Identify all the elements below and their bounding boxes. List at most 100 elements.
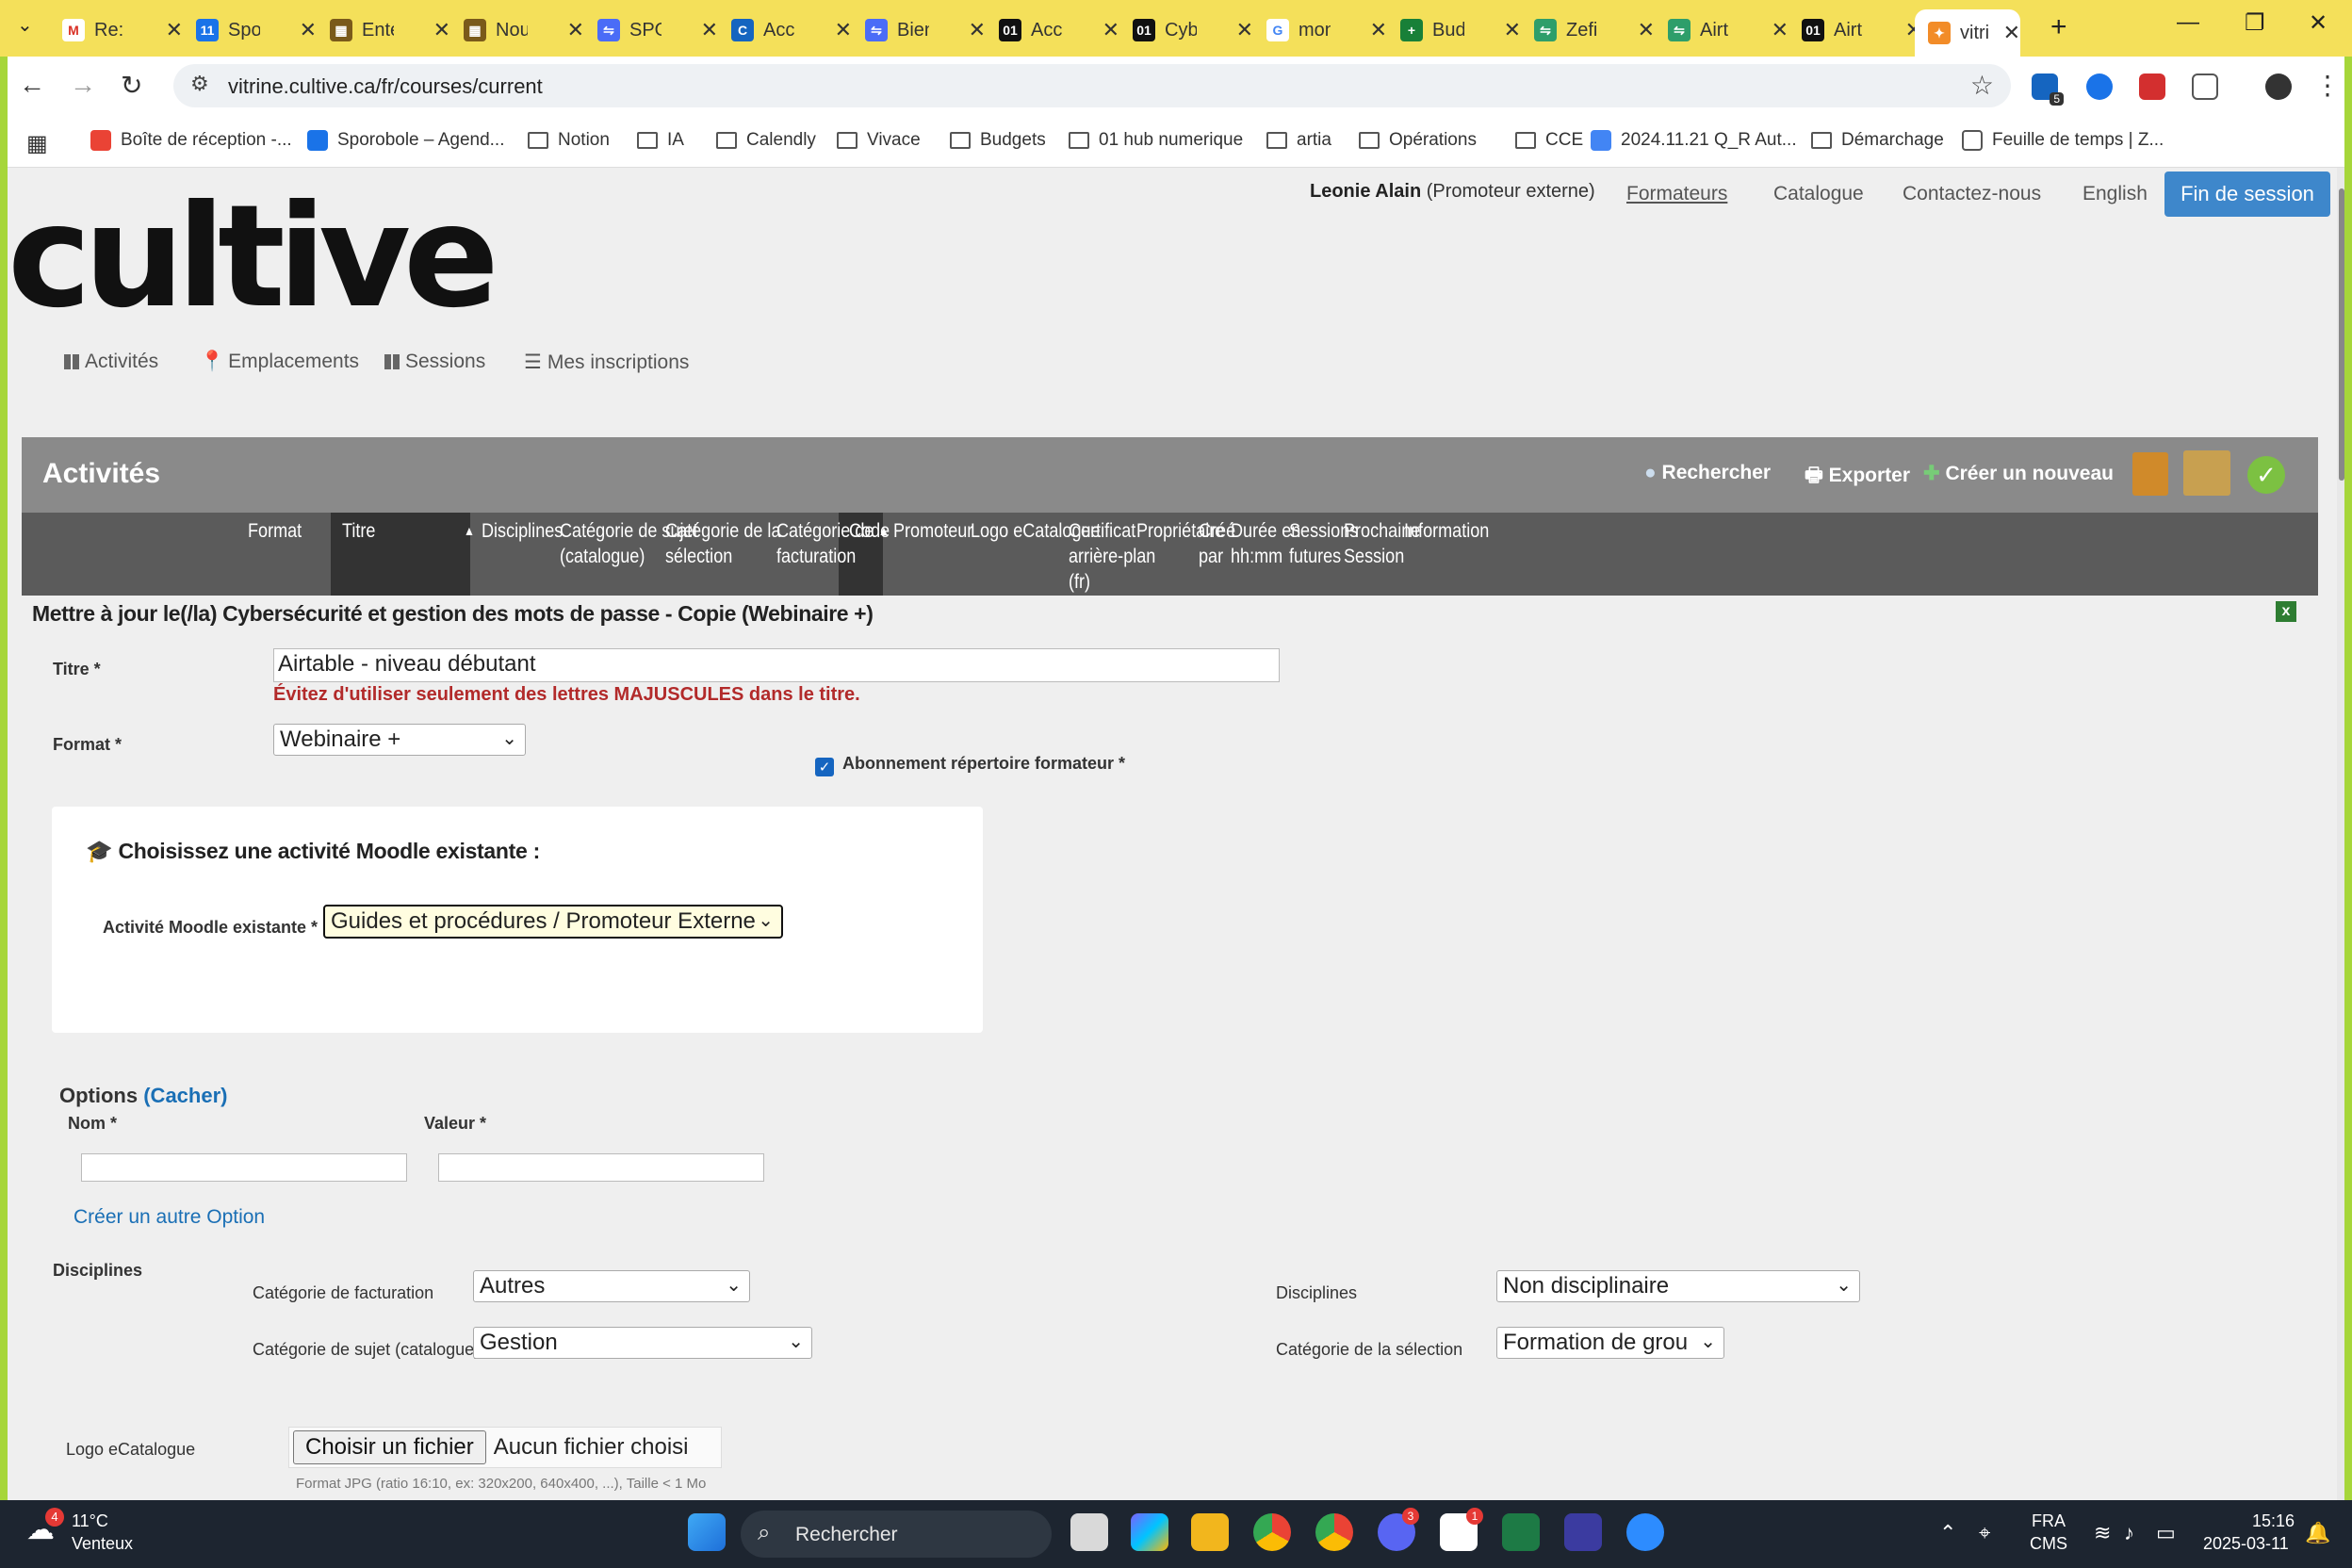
browser-tab[interactable]: 01 Cybe ✕ — [1133, 9, 1253, 51]
address-bar[interactable]: ⚙ vitrine.cultive.ca/fr/courses/current … — [173, 64, 2011, 107]
forward-arrow-icon[interactable]: → — [70, 70, 96, 100]
tab-close-icon[interactable]: ✕ — [300, 18, 317, 42]
options-toggle-link[interactable]: (Cacher) — [143, 1084, 227, 1107]
option-name-input[interactable] — [81, 1153, 407, 1182]
reload-icon[interactable]: ↻ — [121, 70, 142, 101]
chevron-up-icon[interactable]: ⌃ — [1939, 1521, 1956, 1545]
site-logo[interactable]: cultive — [8, 187, 499, 328]
language-code[interactable]: FRA — [2032, 1511, 2066, 1531]
excel-icon[interactable] — [1502, 1513, 1540, 1551]
format-select[interactable]: Webinaire + ⌄ — [273, 724, 526, 756]
tab-close-icon[interactable]: ✕ — [1236, 18, 1253, 42]
clock-date[interactable]: 2025-03-11 — [2203, 1534, 2289, 1554]
tab-close-icon[interactable]: ✕ — [1504, 18, 1521, 42]
search-action[interactable]: ● Rechercher — [1644, 462, 1771, 484]
bookmark-item[interactable]: Démarchage — [1811, 130, 1944, 151]
site-info-icon[interactable]: ⚙ — [190, 72, 209, 96]
subject-select[interactable]: Gestion ⌄ — [473, 1327, 812, 1359]
column-header[interactable]: Promoteur — [893, 518, 972, 544]
column-header[interactable]: Format — [248, 518, 302, 544]
nav-emplacements[interactable]: 📍 Emplacements — [200, 351, 359, 373]
logout-button[interactable]: Fin de session — [2164, 172, 2330, 217]
browser-tab[interactable]: + Bud ✕ — [1400, 9, 1521, 51]
tab-close-icon[interactable]: ✕ — [701, 18, 718, 42]
nav-activites[interactable]: Activités — [64, 351, 158, 373]
browser-tab[interactable]: ▦ Nou ✕ — [464, 9, 584, 51]
tab-close-icon[interactable]: ✕ — [433, 18, 450, 42]
browser-tab[interactable]: ⇋ Bien ✕ — [865, 9, 986, 51]
chrome-icon[interactable] — [1253, 1513, 1291, 1551]
battery-icon[interactable]: ▭ — [2156, 1521, 2176, 1545]
moodle-activity-select[interactable]: Guides et procédures / Promoteur Externe… — [323, 905, 783, 939]
clock-time[interactable]: 15:16 — [2252, 1511, 2295, 1531]
zoom-icon[interactable] — [1626, 1513, 1664, 1551]
browser-tab[interactable]: ⇋ Zefi ✕ — [1534, 9, 1655, 51]
apps-grid-icon[interactable]: ▦ — [26, 130, 48, 157]
column-header[interactable]: Catégorie de la sélection — [665, 518, 780, 569]
browser-tab[interactable]: ⇋ SPO ✕ — [597, 9, 718, 51]
notifications-bell-icon[interactable]: 🔔 — [2305, 1521, 2330, 1545]
browser-tab[interactable]: Gmon ✕ — [1266, 9, 1387, 51]
close-form-button[interactable]: x — [2276, 601, 2296, 622]
tab-close-icon[interactable]: ✕ — [835, 18, 852, 42]
browser-tab[interactable]: 01 Accu ✕ — [999, 9, 1119, 51]
wifi-icon[interactable]: ≋ — [2094, 1521, 2111, 1545]
tab-close-icon[interactable]: ✕ — [1772, 18, 1788, 42]
tab-close-icon[interactable]: ✕ — [1102, 18, 1119, 42]
tab-close-icon[interactable]: ✕ — [166, 18, 183, 42]
title-input[interactable]: Airtable - niveau débutant — [273, 648, 1280, 682]
chrome-active-icon[interactable] — [1315, 1513, 1353, 1551]
tab-close-icon[interactable]: ✕ — [969, 18, 986, 42]
bookmark-item[interactable]: Opérations — [1359, 130, 1477, 151]
billing-select[interactable]: Autres ⌄ — [473, 1270, 750, 1302]
create-option-link[interactable]: Créer un autre Option — [74, 1206, 265, 1229]
file-explorer-icon[interactable] — [1191, 1513, 1229, 1551]
bookmark-item[interactable]: Calendly — [716, 130, 816, 151]
pdf-extension-icon[interactable] — [2139, 74, 2165, 100]
scrollbar-thumb[interactable] — [2339, 188, 2344, 481]
close-window-icon[interactable]: ✕ — [2309, 9, 2328, 37]
bookmark-item[interactable]: Budgets — [950, 130, 1046, 151]
tab-search-chevron-icon[interactable]: ⌄ — [17, 13, 33, 37]
bookmark-item[interactable]: 2024.11.21 Q_R Aut... — [1591, 130, 1797, 151]
browser-tab[interactable]: 01 Airt ✕ — [1802, 9, 1922, 51]
export-action[interactable]: 🖶 Exporter — [1805, 462, 1910, 495]
nav-sessions[interactable]: Sessions — [384, 351, 485, 373]
volume-icon[interactable]: ♪ — [2124, 1521, 2134, 1545]
minimize-icon[interactable]: — — [2177, 9, 2199, 36]
bookmark-item[interactable]: Vivace — [837, 130, 921, 151]
tab-close-icon[interactable]: ✕ — [567, 18, 584, 42]
browser-tab[interactable]: C Accu ✕ — [731, 9, 852, 51]
bookmark-item[interactable]: 01 hub numerique — [1069, 130, 1243, 151]
profile-avatar[interactable] — [2265, 74, 2292, 100]
logo-file-input[interactable]: Choisir un fichier Aucun fichier choisi — [288, 1427, 722, 1468]
column-header[interactable]: Disciplines — [482, 518, 563, 544]
bookmark-item[interactable]: artia — [1266, 130, 1331, 151]
browser-tab[interactable]: ▦ Ente ✕ — [330, 9, 450, 51]
cabinet-icon[interactable] — [2132, 452, 2168, 496]
browser-tab[interactable]: 11 Spo ✕ — [196, 9, 317, 51]
bookmark-star-icon[interactable]: ☆ — [1970, 70, 1994, 101]
location-icon[interactable]: ⌖ — [1979, 1521, 1990, 1545]
browser-tab[interactable]: M Re: r ✕ — [62, 9, 183, 51]
bookmark-item[interactable]: Notion — [528, 130, 610, 151]
copilot-icon[interactable] — [1131, 1513, 1168, 1551]
disciplines-select[interactable]: Non disciplinaire ⌄ — [1496, 1270, 1860, 1302]
choose-file-button[interactable]: Choisir un fichier — [293, 1430, 486, 1464]
windows-start-icon[interactable] — [688, 1513, 726, 1551]
bookmark-item[interactable]: Boîte de réception -... — [90, 130, 292, 151]
new-tab-button[interactable]: + — [2050, 11, 2067, 43]
nav-catalogue[interactable]: Catalogue — [1773, 183, 1864, 205]
column-header[interactable]: Titre ▲ — [342, 518, 475, 544]
back-arrow-icon[interactable]: ← — [19, 70, 45, 100]
selection-select[interactable]: Formation de grou ⌄ — [1496, 1327, 1724, 1359]
checklist-icon[interactable] — [2183, 450, 2230, 496]
menu-dots-icon[interactable]: ⋮ — [2314, 70, 2341, 101]
extensions-puzzle-icon[interactable] — [2192, 74, 2218, 100]
option-value-input[interactable] — [438, 1153, 764, 1182]
tab-close-icon[interactable]: ✕ — [1638, 18, 1655, 42]
bookmark-item[interactable]: IA — [637, 130, 684, 151]
extension-circle-icon[interactable] — [2086, 74, 2113, 100]
nav-english[interactable]: English — [2082, 183, 2148, 205]
bookmark-item[interactable]: CCE — [1515, 130, 1583, 151]
